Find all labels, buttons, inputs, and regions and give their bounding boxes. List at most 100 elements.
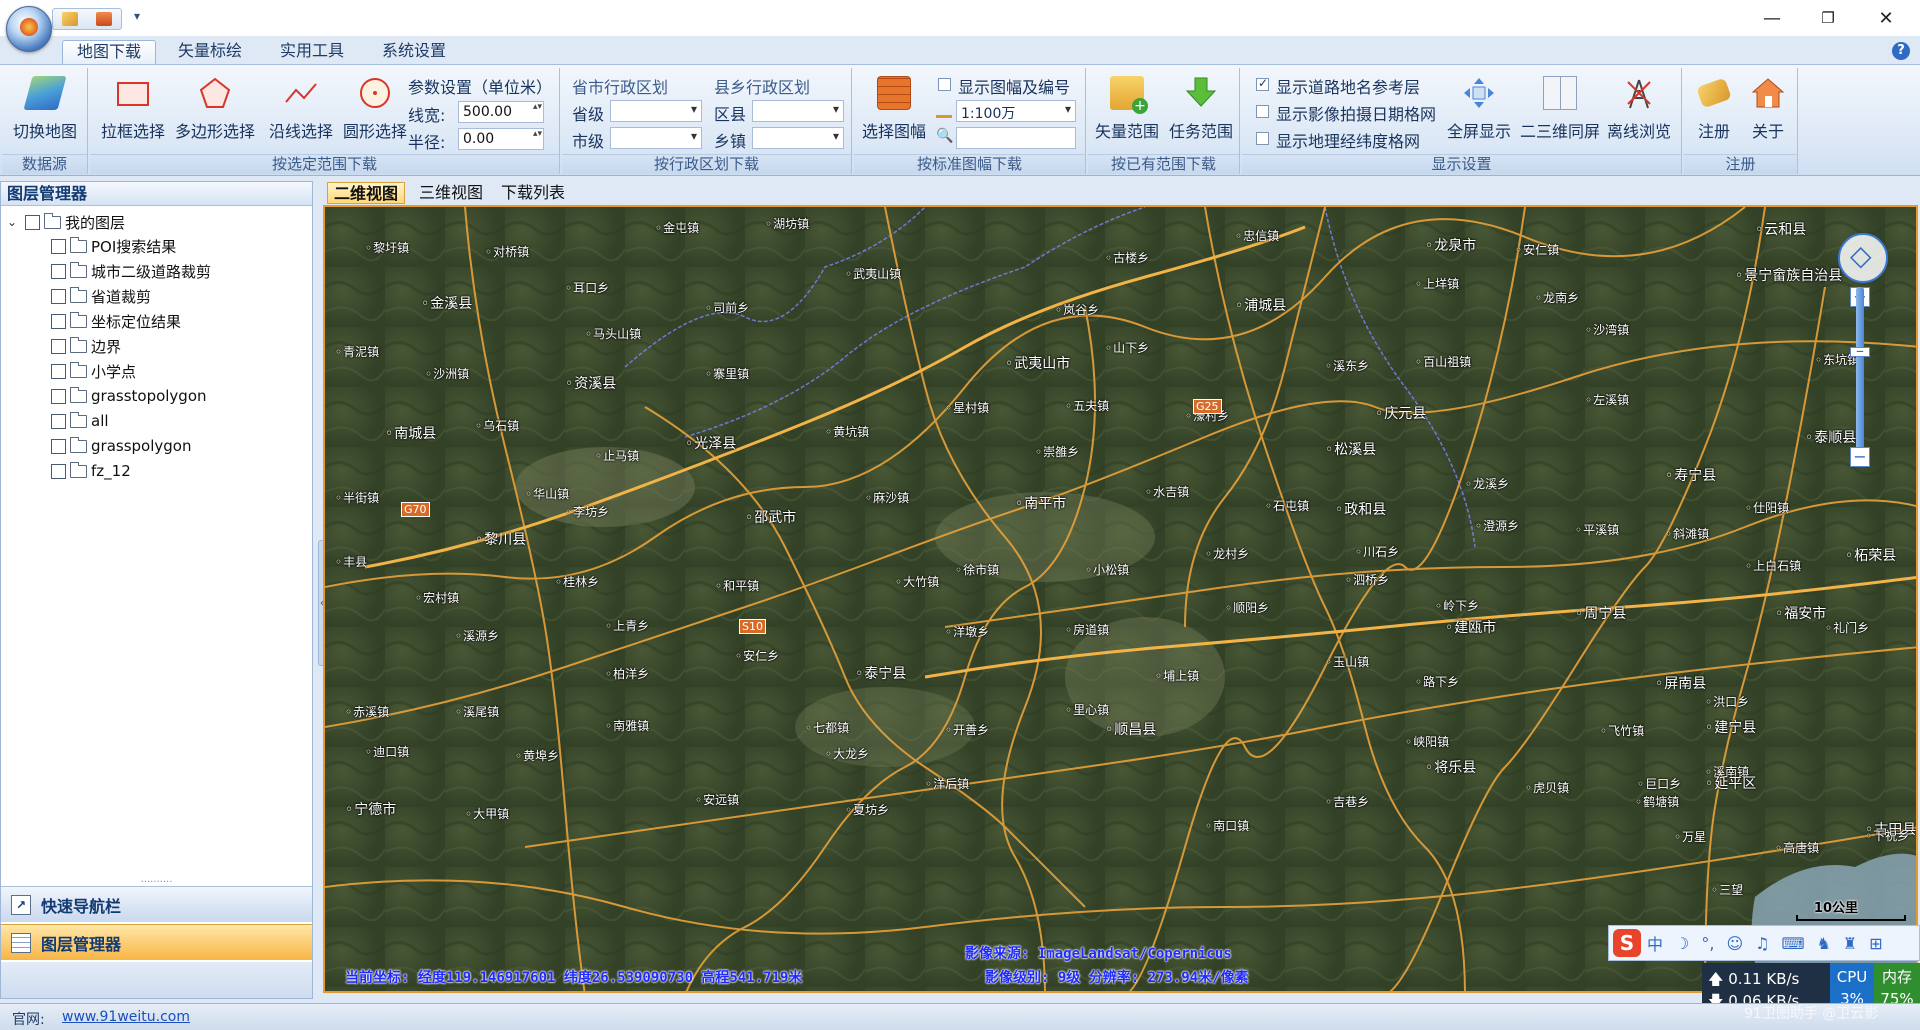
sogou-logo-icon[interactable]: S bbox=[1613, 929, 1641, 957]
tab-3d-view[interactable]: 三维视图 bbox=[413, 182, 489, 204]
tree-checkbox[interactable] bbox=[25, 214, 40, 230]
keyboard-icon[interactable]: ⌨ bbox=[1781, 934, 1804, 953]
task-range-button[interactable]: 任务范围 bbox=[1164, 72, 1238, 150]
place-label: 半街镇 bbox=[335, 489, 379, 506]
place-label: 寿宁县 bbox=[1665, 465, 1716, 485]
ime-lang-toggle[interactable]: 中 bbox=[1647, 931, 1663, 955]
layer-item[interactable]: POI搜索结果 bbox=[51, 234, 176, 258]
latlon-grid-checkbox[interactable] bbox=[1256, 132, 1269, 145]
zoom-slider-thumb[interactable]: – bbox=[1850, 343, 1870, 359]
layer-checkbox[interactable] bbox=[51, 238, 66, 254]
tab-map-download[interactable]: 地图下载 bbox=[62, 40, 157, 64]
place-label: 里心镇 bbox=[1065, 701, 1109, 718]
tree-root[interactable]: ⌄ 我的图层 bbox=[7, 210, 125, 234]
polygon-select-button[interactable]: 多边形选择 bbox=[170, 72, 260, 150]
place-label: 玉山镇 bbox=[1325, 653, 1369, 670]
layer-checkbox[interactable] bbox=[51, 463, 66, 479]
tab-system-settings[interactable]: 系统设置 bbox=[368, 40, 460, 64]
place-label: 黄埠乡 bbox=[515, 747, 559, 764]
toolbox-icon[interactable]: ⊞ bbox=[1869, 934, 1882, 953]
select-sheet-button[interactable]: 选择图幅 bbox=[858, 72, 930, 150]
layer-item[interactable]: 城市二级道路裁剪 bbox=[51, 259, 211, 283]
layer-checkbox[interactable] bbox=[51, 438, 66, 454]
layer-item[interactable]: 小学点 bbox=[51, 359, 136, 383]
minimize-button[interactable]: — bbox=[1752, 4, 1792, 32]
tab-download-list[interactable]: 下载列表 bbox=[495, 182, 571, 204]
layer-checkbox[interactable] bbox=[51, 288, 66, 304]
ime-toolbar[interactable]: S 中 ☽ °, ☺ ♫ ⌨ ♞ ♜ ⊞ bbox=[1608, 925, 1920, 961]
scale-select[interactable]: 1:100万 bbox=[956, 100, 1076, 122]
about-button[interactable]: 关于 bbox=[1740, 72, 1796, 150]
folder-icon bbox=[70, 236, 87, 253]
tab-vector-plot[interactable]: 矢量标绘 bbox=[164, 40, 256, 64]
emoji-icon[interactable]: ☺ bbox=[1726, 934, 1743, 953]
dual-screen-button[interactable]: 二三维同屏 bbox=[1518, 72, 1602, 150]
layer-item[interactable]: grasspolygon bbox=[51, 434, 191, 458]
place-label: 房道镇 bbox=[1065, 621, 1109, 638]
date-grid-checkbox[interactable] bbox=[1256, 105, 1269, 118]
town-select[interactable] bbox=[752, 127, 844, 149]
town-label: 乡镇 bbox=[714, 132, 747, 151]
county-select[interactable] bbox=[752, 100, 844, 122]
layer-checkbox[interactable] bbox=[51, 313, 66, 329]
switch-map-button[interactable]: 切换地图 bbox=[6, 72, 84, 150]
layer-manager-bar[interactable]: 图层管理器 bbox=[1, 924, 312, 960]
place-label: 止马镇 bbox=[595, 447, 639, 464]
fullscreen-button[interactable]: 全屏显示 bbox=[1442, 72, 1516, 150]
tab-2d-view[interactable]: 二维视图 bbox=[327, 182, 406, 204]
show-sheet-checkbox[interactable] bbox=[938, 78, 951, 91]
user-icon[interactable]: ♞ bbox=[1817, 934, 1831, 953]
layer-checkbox[interactable] bbox=[51, 363, 66, 379]
website-link[interactable]: www.91weitu.com bbox=[62, 1009, 190, 1025]
select-sheet-label: 选择图幅 bbox=[861, 122, 926, 141]
place-label: 黎川县 bbox=[475, 529, 526, 549]
help-icon[interactable]: ? bbox=[1892, 42, 1910, 60]
layer-checkbox[interactable] bbox=[51, 338, 66, 354]
tag-icon[interactable] bbox=[62, 12, 78, 26]
city-select[interactable] bbox=[610, 127, 702, 149]
app-menu-orb[interactable] bbox=[6, 6, 52, 52]
pan-control[interactable] bbox=[1838, 233, 1888, 283]
layer-item[interactable]: 坐标定位结果 bbox=[51, 309, 181, 333]
circle-select-button[interactable]: 圆形选择 bbox=[336, 72, 414, 150]
radius-input[interactable]: 0.00 bbox=[458, 128, 544, 150]
layer-item[interactable]: grasstopolygon bbox=[51, 384, 207, 408]
restore-button[interactable]: ❐ bbox=[1808, 4, 1848, 32]
line-width-input[interactable]: 500.00 bbox=[458, 101, 544, 123]
moon-icon[interactable]: ☽ bbox=[1675, 934, 1689, 953]
search-icon[interactable]: 🔍 bbox=[936, 128, 953, 144]
zoom-slider[interactable] bbox=[1856, 287, 1864, 457]
layer-item[interactable]: fz_12 bbox=[51, 459, 131, 483]
vector-range-button[interactable]: + 矢量范围 bbox=[1090, 72, 1164, 150]
layer-item[interactable]: all bbox=[51, 409, 109, 433]
quick-nav-bar[interactable]: ↗ 快速导航栏 bbox=[1, 886, 312, 922]
satellite-map[interactable] bbox=[325, 207, 1918, 993]
tab-utilities[interactable]: 实用工具 bbox=[266, 40, 358, 64]
zoom-out-button[interactable]: − bbox=[1850, 447, 1870, 467]
layer-label: 省道裁剪 bbox=[91, 287, 152, 306]
register-button[interactable]: 注册 bbox=[1686, 72, 1742, 150]
layer-label: grasstopolygon bbox=[91, 387, 207, 405]
layer-checkbox[interactable] bbox=[51, 263, 66, 279]
offline-browse-button[interactable]: 离线浏览 bbox=[1602, 72, 1676, 150]
map-view[interactable]: 金屯镇湖坊镇黎圩镇对桥镇耳口乡金溪县司前乡马头山镇武夷山镇古楼乡忠信镇龙泉市安仁… bbox=[323, 205, 1918, 993]
punctuation-icon[interactable]: °, bbox=[1701, 934, 1714, 953]
layer-item[interactable]: 边界 bbox=[51, 334, 121, 358]
layer-checkbox[interactable] bbox=[51, 413, 66, 429]
voice-icon[interactable]: ♫ bbox=[1755, 934, 1769, 953]
line-select-button[interactable]: 沿线选择 bbox=[262, 72, 340, 150]
place-label: 赤溪镇 bbox=[345, 703, 389, 720]
collapse-chevron-icon[interactable]: ⌄ bbox=[7, 215, 25, 229]
place-label: 忠信镇 bbox=[1235, 227, 1279, 244]
sheet-number-input[interactable] bbox=[956, 127, 1076, 149]
close-button[interactable]: ✕ bbox=[1866, 4, 1906, 32]
layer-checkbox[interactable] bbox=[51, 388, 66, 404]
customize-toolbar-icon[interactable]: ▾ bbox=[134, 9, 140, 23]
rect-select-button[interactable]: 拉框选择 bbox=[94, 72, 172, 150]
province-select[interactable] bbox=[610, 100, 702, 122]
road-layer-checkbox[interactable] bbox=[1256, 76, 1269, 91]
place-label: 溪源乡 bbox=[455, 627, 499, 644]
home-icon[interactable] bbox=[96, 12, 112, 26]
skin-icon[interactable]: ♜ bbox=[1843, 934, 1857, 953]
layer-item[interactable]: 省道裁剪 bbox=[51, 284, 151, 308]
